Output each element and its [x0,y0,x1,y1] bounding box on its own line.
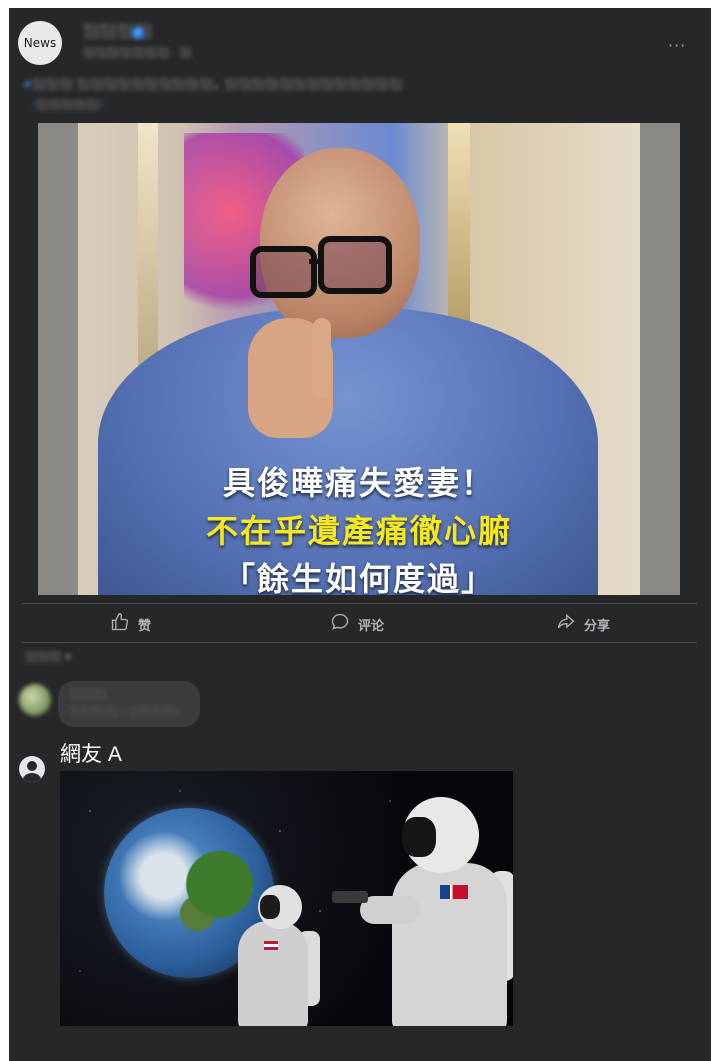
post-timestamp[interactable]: ⬛⬛⬛⬛⬛⬛⬛ · ⬛ [83,48,192,59]
caption-link[interactable]: （⬛⬛⬛⬛⬛） [27,96,109,111]
divider-bottom [22,642,697,643]
reply-username[interactable]: 網友 A [60,738,122,768]
verified-badge-icon: ✓ [132,27,144,39]
share-label: 分享 [584,618,611,634]
meme-us-flag-patch [264,941,278,950]
meme-ohio-flag-patch [440,885,468,899]
comment-sort-dropdown[interactable]: ⬛⬛⬛ ▾ [25,652,71,663]
like-label: 赞 [138,618,152,634]
user-avatar-icon[interactable] [19,756,45,782]
commenter-avatar[interactable] [19,684,51,716]
post-image[interactable]: 具俊曄痛失愛妻！ 不在乎遺產痛徹心腑 「餘生如何度過」 [38,123,680,595]
post-caption: #⬛⬛⬛ ⬛⬛⬛⬛⬛⬛⬛⬛⬛⬛，⬛⬛⬛⬛⬛⬛⬛⬛⬛⬛⬛⬛⬛ [23,76,643,92]
meme-astronaut1-visor [260,895,280,919]
comment-bubble-icon [330,612,350,636]
share-arrow-icon [556,612,576,636]
meme-astronaut2-visor [402,817,436,857]
photo-glasses-bridge [309,259,323,264]
more-options-icon[interactable]: ··· [668,36,686,55]
caption-text: ⬛⬛⬛⬛⬛⬛⬛⬛⬛⬛，⬛⬛⬛⬛⬛⬛⬛⬛⬛⬛⬛⬛⬛ [76,78,403,91]
comment-button[interactable]: 评论 [330,612,384,636]
headline-line-3: 「餘生如何度過」 [222,560,495,595]
comment-text: ⬛⬛⬛⬛ · ⬛⬛⬛⬛ [70,707,180,718]
comment-bubble: ⬛⬛⬛ ⬛⬛⬛⬛ · ⬛⬛⬛⬛ [58,681,200,727]
page-avatar[interactable]: News [18,21,62,65]
share-button[interactable]: 分享 [556,612,610,636]
meme-gun [332,891,368,903]
comment-meme-image[interactable] [60,771,513,1026]
divider-top [22,603,697,604]
headline-line-2: 不在乎遺產痛徹心腑 [205,512,512,550]
like-button[interactable]: 赞 [110,612,151,636]
photo-finger [313,318,331,398]
caption-hashtag[interactable]: #⬛⬛⬛ [23,78,73,91]
meme-astronaut2-arm [360,896,420,924]
thumbs-up-icon [110,612,130,636]
photo-glasses-right [318,236,392,294]
commenter-name[interactable]: ⬛⬛⬛ [70,689,107,700]
avatar-body-shape [23,773,41,782]
headline-line-1: 具俊曄痛失愛妻！ [222,464,495,502]
comment-label: 评论 [358,618,385,634]
meme-astronaut1-body [238,921,308,1026]
photo-glasses-left [250,246,317,298]
avatar-head-shape [27,761,37,771]
